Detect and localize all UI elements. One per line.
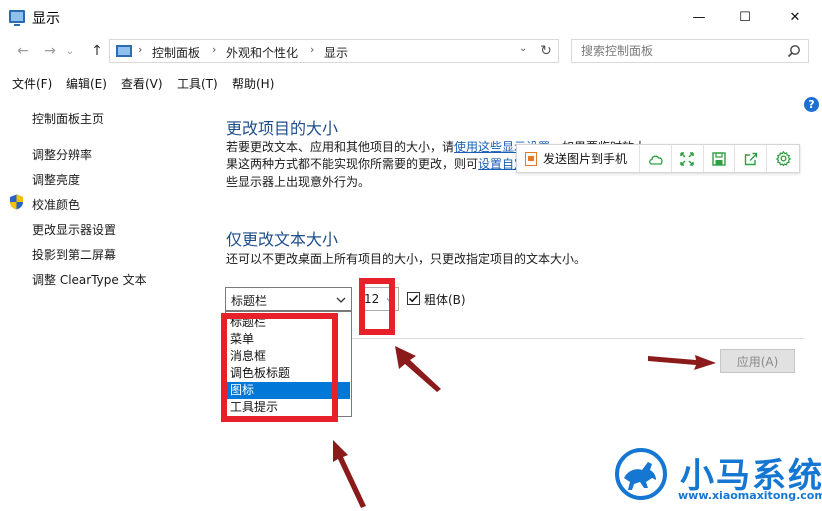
annotation-arrows bbox=[333, 346, 716, 508]
arrow-to-dropdown bbox=[333, 440, 366, 508]
arrow-to-size-select bbox=[395, 346, 441, 392]
horse-logo-icon bbox=[615, 448, 667, 500]
watermark-url: www.xiaomaxitong.com bbox=[678, 489, 822, 502]
arrow-to-apply-button bbox=[648, 355, 716, 370]
